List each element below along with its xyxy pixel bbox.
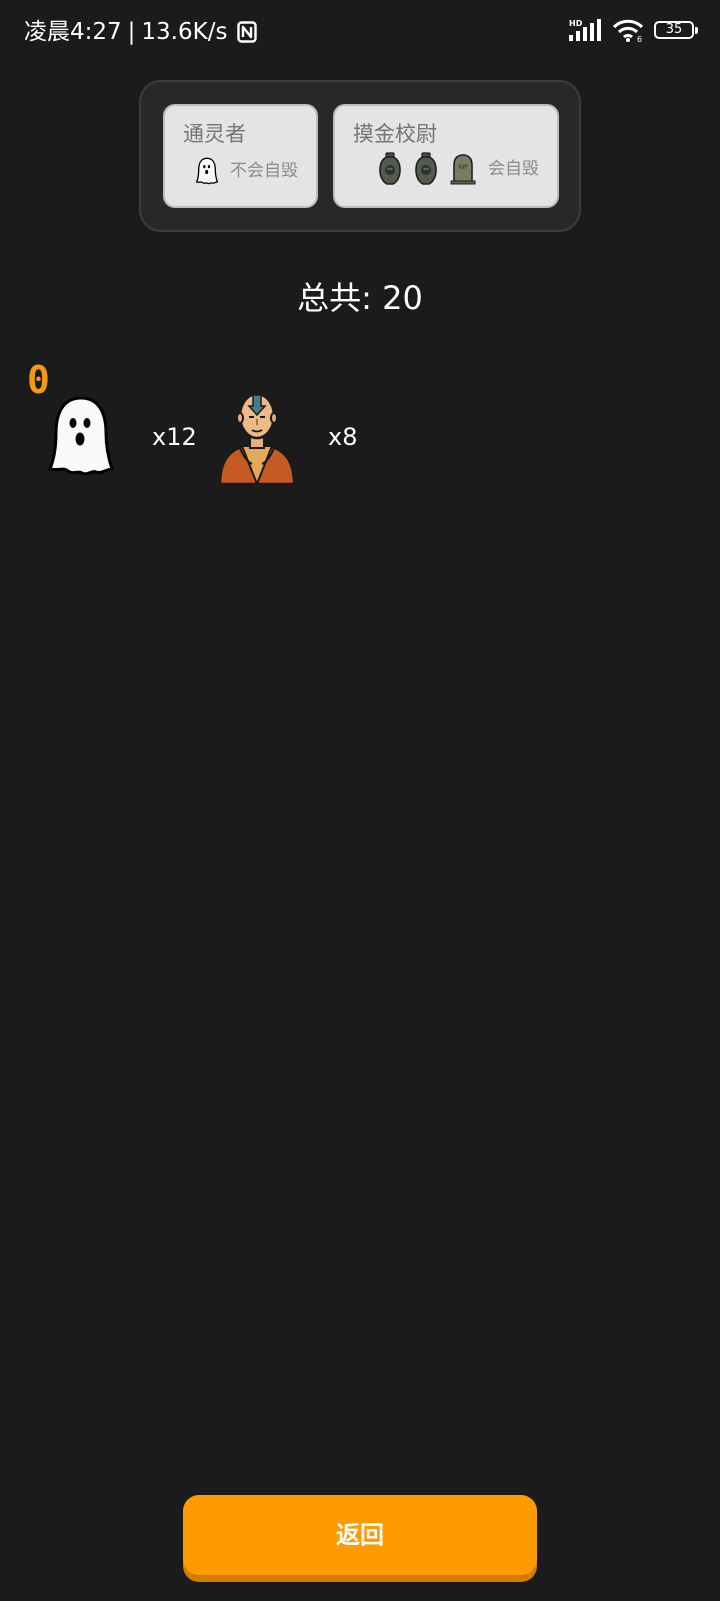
role-card-description: 不会自毁 [230,161,298,181]
monk-icon [218,392,296,487]
game-result-screen: 凌晨4:27 | 13.6K/s HD 6 35 通灵者 不会自毁 摸金校尉 R… [0,0,720,1601]
tombstone-text: RIP [458,164,468,171]
battery-level: 35 [665,22,683,37]
status-right: HD 6 35 [568,18,698,42]
role-card-title: 通灵者 [183,122,246,146]
total-count-label: 总共: 20 [297,279,423,317]
role-card-info: 不会自毁 [196,156,298,186]
monk-count: x8 [328,423,358,451]
status-left: 凌晨4:27 | 13.6K/s [24,16,258,48]
tombstone-icon: RIP [450,154,476,185]
score-counter: 0 [27,358,50,402]
back-button[interactable]: 返回 [183,1495,537,1575]
nfc-icon [237,21,258,43]
role-rules-panel: 通灵者 不会自毁 摸金校尉 RIP 会自毁 [139,80,581,232]
role-card-info: RIP 会自毁 [378,152,539,186]
role-card-tomb-raider[interactable]: 摸金校尉 RIP 会自毁 [333,104,559,208]
status-separator: | [127,19,136,45]
role-card-title: 摸金校尉 [353,122,437,146]
battery-icon: 35 [654,21,698,39]
status-net-speed: 13.6K/s [141,19,228,45]
status-time: 凌晨4:27 [24,19,122,45]
hd-signal-icon: HD [569,19,601,41]
ghost-icon [48,396,114,476]
urn-icon [415,152,437,185]
status-bar: 凌晨4:27 | 13.6K/s HD 6 35 [0,0,720,64]
urn-icon [379,152,401,185]
ghost-icon [196,157,218,185]
network-badge: HD [569,19,583,28]
wifi-sub-label: 6 [637,35,642,42]
role-card-medium[interactable]: 通灵者 不会自毁 [163,104,318,208]
role-card-description: 会自毁 [488,159,539,179]
ghost-count: x12 [152,423,197,451]
wifi-icon: 6 [612,19,644,42]
